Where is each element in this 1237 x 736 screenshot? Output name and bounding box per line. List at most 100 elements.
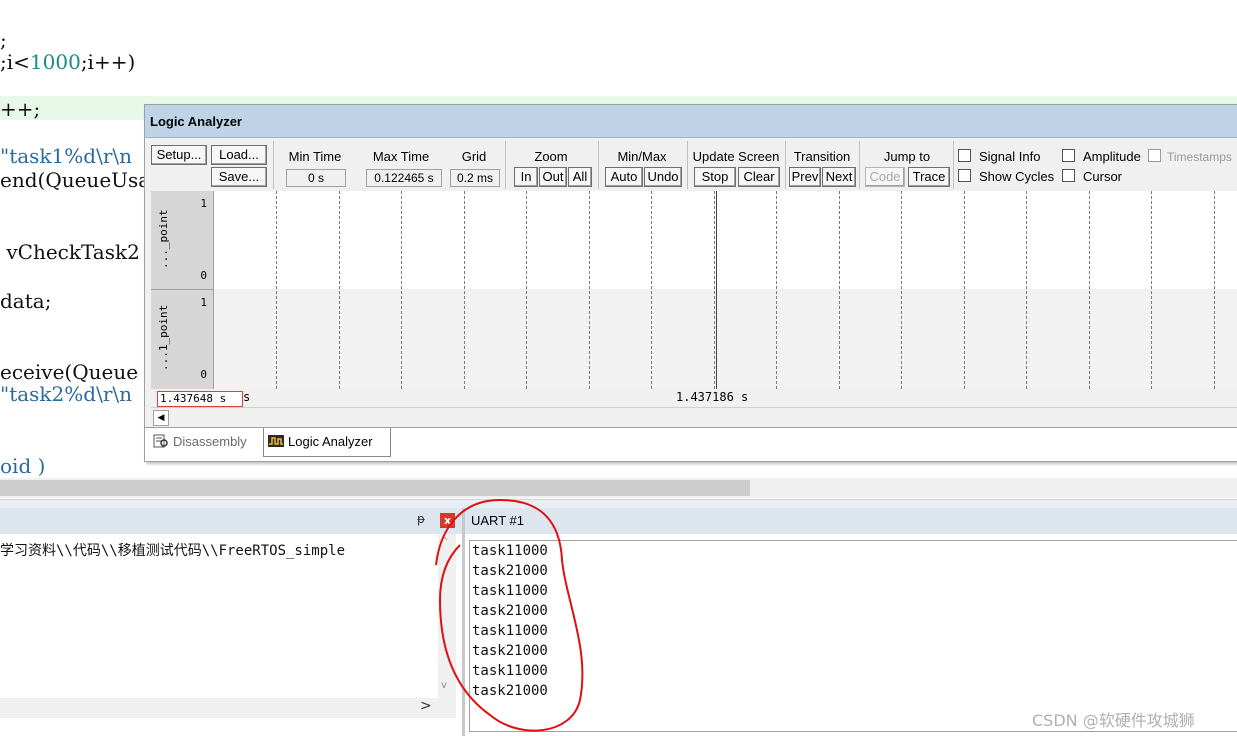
cursor-time-box: 1.437648 s	[157, 391, 243, 407]
signal-label-1[interactable]: ..._point 1 0	[151, 191, 214, 290]
build-vertical-scrollbar[interactable]: ^ v	[438, 534, 456, 699]
grid-line	[1213, 191, 1215, 389]
clear-button[interactable]: Clear	[738, 167, 780, 187]
uart-pane: UART #1 task11000 task21000 task11000 ta…	[462, 508, 1237, 736]
show-cycles-checkbox[interactable]: Show Cycles	[958, 169, 1054, 184]
grid-line	[901, 191, 902, 389]
amplitude-checkbox[interactable]: Amplitude	[1062, 149, 1141, 164]
checkbox-box[interactable]	[958, 149, 971, 162]
uart-title: UART #1	[465, 508, 1237, 534]
signal-info-checkbox[interactable]: Signal Info	[958, 149, 1040, 164]
uart-output[interactable]: task11000 task21000 task11000 task21000 …	[469, 540, 1237, 732]
tab-logic-analyzer[interactable]: Logic Analyzer	[263, 428, 391, 457]
code-line-10: oid )	[0, 454, 46, 478]
max-time-value: 0.122465 s	[366, 169, 442, 187]
checkbox-box[interactable]	[1062, 149, 1075, 162]
next-button[interactable]: Next	[822, 167, 856, 187]
auto-button[interactable]: Auto	[605, 167, 643, 187]
transition-group: Transition Prev Next	[785, 141, 858, 189]
undo-button[interactable]: Undo	[644, 167, 682, 187]
waveform-area[interactable]: ..._point 1 0 ...1_point 1 0	[151, 191, 1237, 389]
grid-value: 0.2 ms	[450, 169, 500, 187]
zoom-out-button[interactable]: Out	[539, 167, 567, 187]
zoom-label: Zoom	[534, 149, 568, 164]
time-unit: s	[243, 390, 251, 404]
code-line-6: vCheckTask2	[0, 240, 140, 264]
code-line-9: "task2%d\r\n	[0, 382, 132, 406]
grid-line	[338, 191, 340, 389]
zoom-all-button[interactable]: All	[568, 167, 592, 187]
uart-line: task21000	[472, 563, 548, 579]
setup-button[interactable]: Setup...	[151, 145, 207, 165]
stop-button[interactable]: Stop	[694, 167, 736, 187]
cursor-label: Cursor	[1083, 169, 1123, 184]
trace-button[interactable]: Trace	[908, 167, 950, 187]
prev-button[interactable]: Prev	[789, 167, 821, 187]
checkbox-box[interactable]	[958, 169, 971, 182]
editor-horizontal-scrollbar[interactable]	[0, 478, 1237, 498]
code-line-2: ;i<1000;i++)	[0, 50, 136, 74]
pane-divider[interactable]	[0, 499, 1237, 508]
code-line-4: "task1%d\r\n	[0, 144, 132, 168]
load-button[interactable]: Load...	[211, 145, 267, 165]
build-horizontal-scrollbar[interactable]: >	[0, 698, 456, 718]
la-horizontal-scrollbar[interactable]: ◀	[151, 407, 1237, 426]
min-time-group: Min Time 0 s	[273, 141, 356, 189]
code-line-1: ;	[0, 28, 7, 52]
signal-min: 0	[200, 269, 207, 282]
center-time: 1.437186 s	[676, 390, 749, 404]
cursor-checkbox[interactable]: Cursor	[1062, 169, 1122, 184]
grid-line	[1088, 191, 1090, 389]
max-time-group: Max Time 0.122465 s	[356, 141, 446, 189]
grid-line	[276, 191, 277, 389]
signal-info-label: Signal Info	[979, 149, 1041, 164]
code-line-5: end(QueueUsa	[0, 168, 151, 192]
update-screen-label: Update Screen	[692, 149, 780, 164]
pin-icon[interactable]: ᵽ	[417, 512, 425, 526]
tab-label: Disassembly	[173, 434, 247, 449]
scroll-down-icon[interactable]: v	[441, 680, 447, 691]
tab-disassembly[interactable]: Disassembly	[149, 428, 261, 456]
min-time-value: 0 s	[286, 169, 346, 187]
amplitude-label: Amplitude	[1083, 149, 1141, 164]
grid-line	[651, 191, 652, 389]
scroll-thumb[interactable]	[0, 480, 750, 496]
code-button[interactable]: Code	[865, 167, 905, 187]
build-output-pane: ᵽ x 学习资料\\代码\\移植测试代码\\FreeRTOS_simple ^ …	[0, 508, 462, 736]
transition-label: Transition	[793, 149, 851, 164]
signal-label-2[interactable]: ...1_point 1 0	[151, 290, 214, 389]
scroll-left-icon[interactable]: ◀	[153, 410, 169, 426]
grid-line	[713, 191, 715, 389]
scroll-right-icon[interactable]: >	[420, 698, 432, 714]
time-ruler: 1.437648 s s 1.437186 s	[151, 389, 1237, 407]
scroll-up-icon[interactable]: ^	[440, 536, 448, 547]
save-button[interactable]: Save...	[211, 167, 267, 187]
grid-label: Grid	[461, 149, 487, 164]
grid-line	[838, 191, 840, 389]
uart-line: task11000	[472, 623, 548, 639]
min-time-label: Min Time	[288, 149, 342, 164]
code-line-3: ++;	[0, 97, 41, 121]
grid-line	[401, 191, 402, 389]
checkbox-box[interactable]	[1062, 169, 1075, 182]
build-output-text: 学习资料\\代码\\移植测试代码\\FreeRTOS_simple	[0, 543, 346, 559]
grid-group: Grid 0.2 ms	[446, 141, 502, 189]
uart-line: task21000	[472, 683, 548, 699]
grid-line	[776, 191, 777, 389]
grid-line	[1026, 191, 1027, 389]
grid-line	[526, 191, 527, 389]
close-icon[interactable]: x	[440, 513, 455, 528]
options-group: Signal Info Amplitude Timestamps Show Cy…	[953, 141, 1237, 189]
timestamps-checkbox[interactable]: Timestamps	[1148, 149, 1232, 164]
signal-lane-2	[213, 289, 1237, 389]
timestamps-label: Timestamps	[1167, 150, 1232, 164]
time-cursor-line[interactable]	[716, 191, 717, 389]
uart-line: task11000	[472, 543, 548, 559]
zoom-in-button[interactable]: In	[514, 167, 538, 187]
jump-to-group: Jump to Code Trace	[859, 141, 954, 189]
signal-max: 1	[200, 197, 207, 210]
checkbox-box[interactable]	[1148, 149, 1161, 162]
zoom-group: Zoom In Out All	[505, 141, 596, 189]
watermark: CSDN @软硬件攻城狮	[1032, 711, 1195, 730]
jump-to-label: Jump to	[883, 149, 931, 164]
